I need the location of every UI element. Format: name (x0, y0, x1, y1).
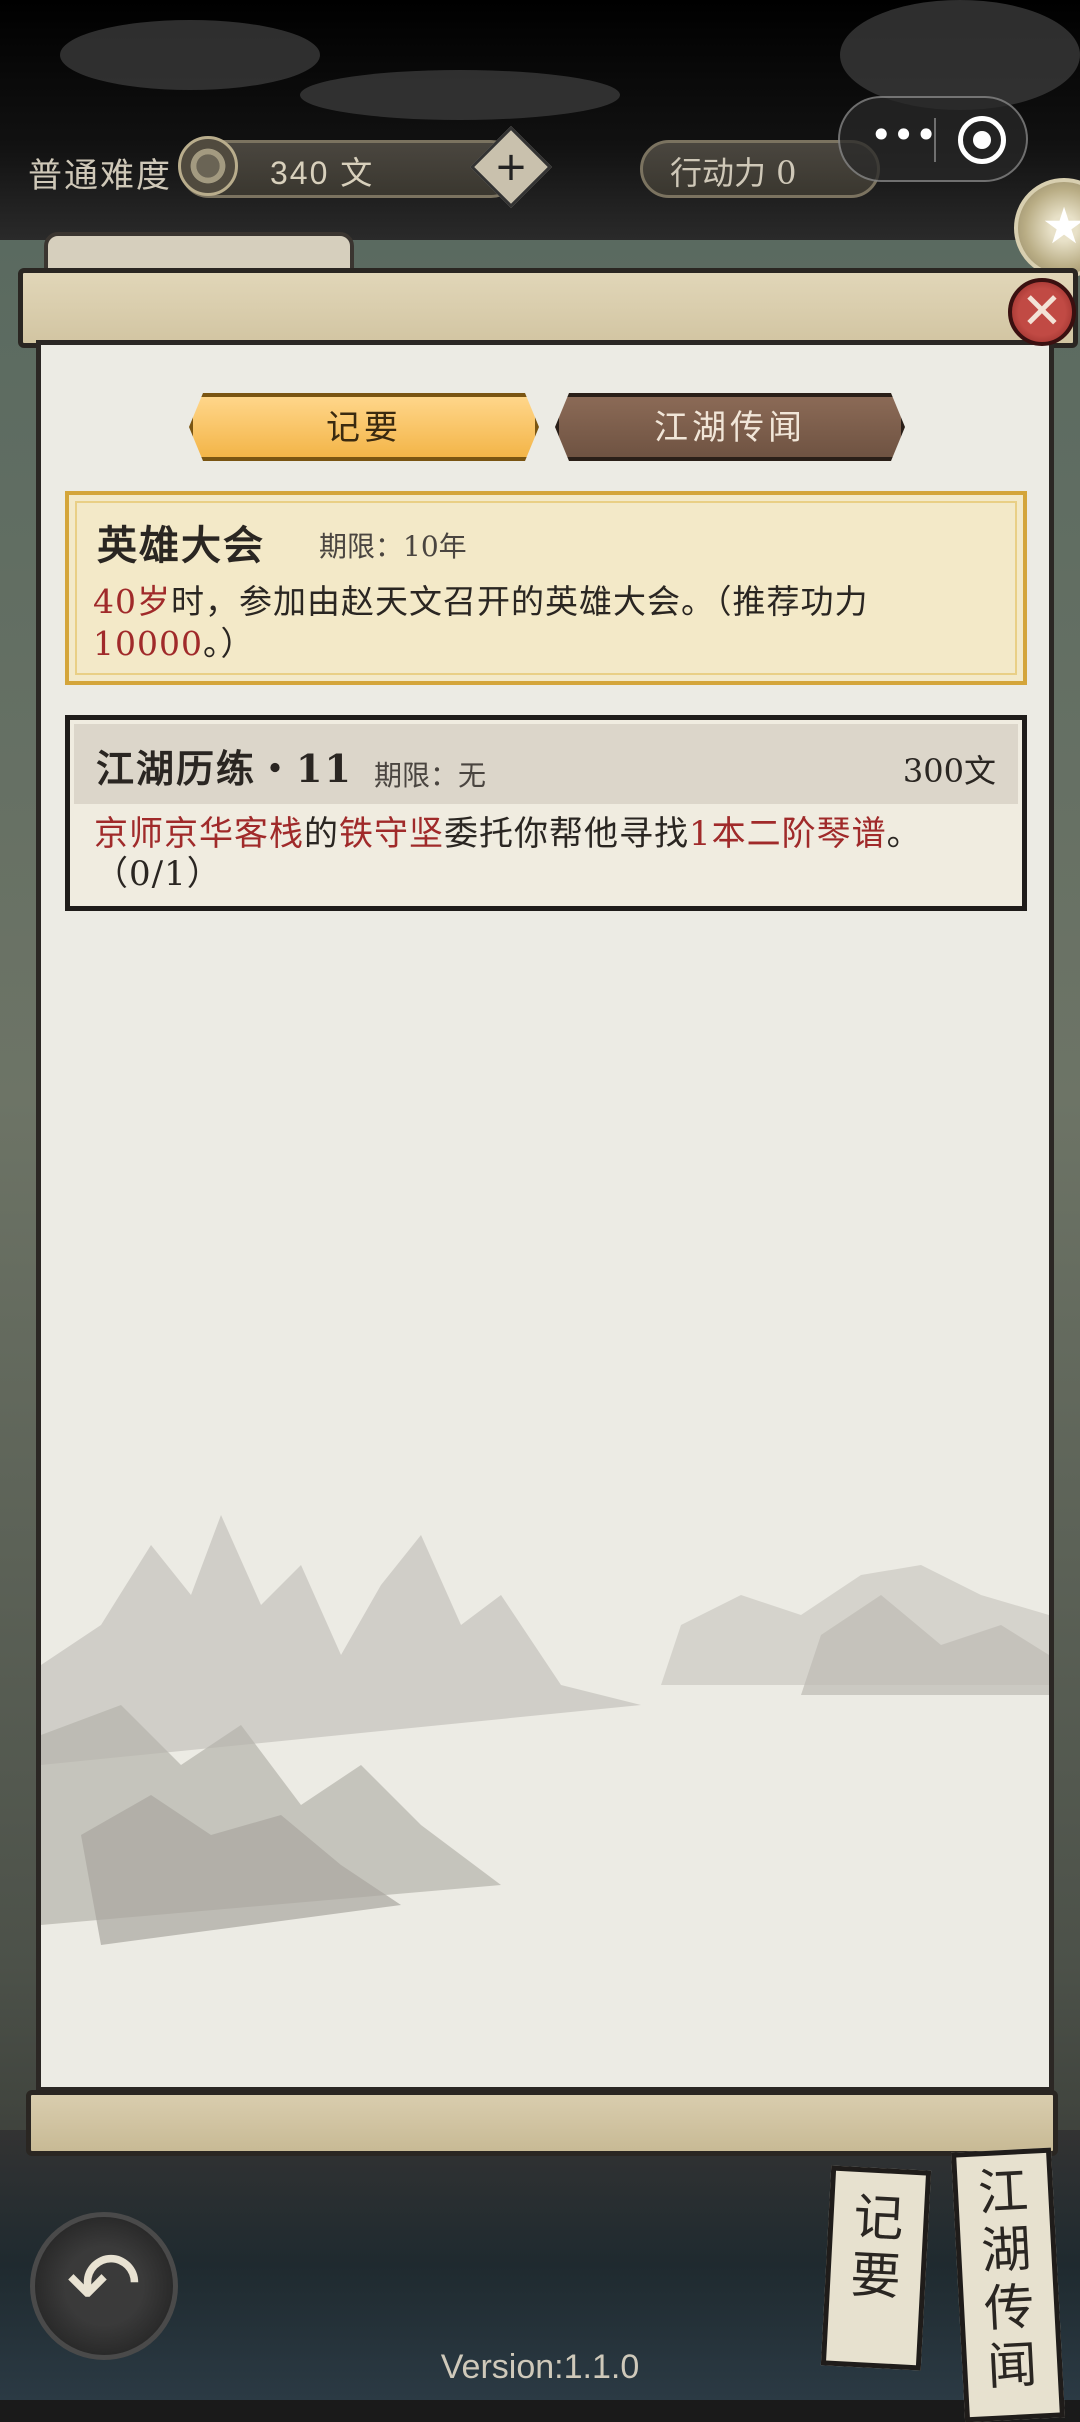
quest-deadline: 期限：10年 (319, 530, 467, 563)
ink-mountains-illustration (41, 1515, 1049, 1945)
quest-title: 江湖历练・11 (96, 746, 353, 791)
miniprogram-capsule: ••• (838, 96, 1028, 182)
quest-desc-de: 的 (304, 814, 339, 854)
scroll-top-roller (18, 268, 1078, 348)
quest-location: 京师京华客栈 (94, 814, 304, 854)
quest-description: 京师京华客栈的铁守坚委托你帮他寻找1本二阶琴谱。（0/1） (94, 814, 1004, 894)
quest-desc-text: 时，参加由赵天文召开的英雄大会。（推荐功力 (171, 582, 869, 621)
more-icon[interactable]: ••• (870, 116, 937, 154)
quest-age: 40岁 (93, 582, 171, 621)
quest-card-jianghu-training[interactable]: 江湖历练・11 期限：无 300文 京师京华客栈的铁守坚委托你帮他寻找1本二阶琴… (65, 715, 1027, 911)
quest-power: 10000 (93, 624, 203, 663)
scroll-bottom-roller (26, 2090, 1058, 2156)
difficulty-label: 普通难度 (28, 156, 172, 196)
back-arrow-icon[interactable]: ↶ (30, 2212, 178, 2360)
quest-item: 1本二阶琴谱 (689, 814, 887, 854)
close-miniprogram-icon[interactable] (958, 116, 1006, 164)
status-bar: 普通难度 340 文 + 行动力 0 ••• (0, 96, 1080, 210)
version-label: Version:1.1.0 (440, 2348, 640, 2386)
close-button[interactable]: ✕ (1008, 278, 1076, 346)
quest-reward: 300文 (902, 752, 996, 790)
coin-value: 340 文 (270, 155, 375, 191)
tab-notes[interactable]: 记要 (189, 393, 539, 461)
quest-npc: 铁守坚 (339, 814, 444, 854)
quest-desc-mid: 委托你帮他寻找 (444, 814, 689, 854)
action-points-label: 行动力 0 (670, 154, 797, 192)
capsule-divider (934, 118, 936, 162)
side-tab-notes[interactable]: 记要 (820, 2165, 932, 2371)
quest-description: 40岁时，参加由赵天文召开的英雄大会。（推荐功力10000。） (93, 581, 1003, 665)
quest-desc-end: 。） (202, 624, 255, 663)
quest-title: 英雄大会 (97, 522, 265, 569)
plus-icon: + (494, 144, 528, 190)
quest-deadline: 期限：无 (374, 759, 487, 792)
coin-icon (178, 136, 238, 196)
quest-card-hero-assembly[interactable]: 英雄大会 期限：10年 40岁时，参加由赵天文召开的英雄大会。（推荐功力1000… (65, 491, 1027, 685)
quest-log-panel: 记要 江湖传闻 英雄大会 期限：10年 40岁时，参加由赵天文召开的英雄大会。（… (36, 340, 1054, 2092)
tab-rumors[interactable]: 江湖传闻 (555, 393, 905, 461)
